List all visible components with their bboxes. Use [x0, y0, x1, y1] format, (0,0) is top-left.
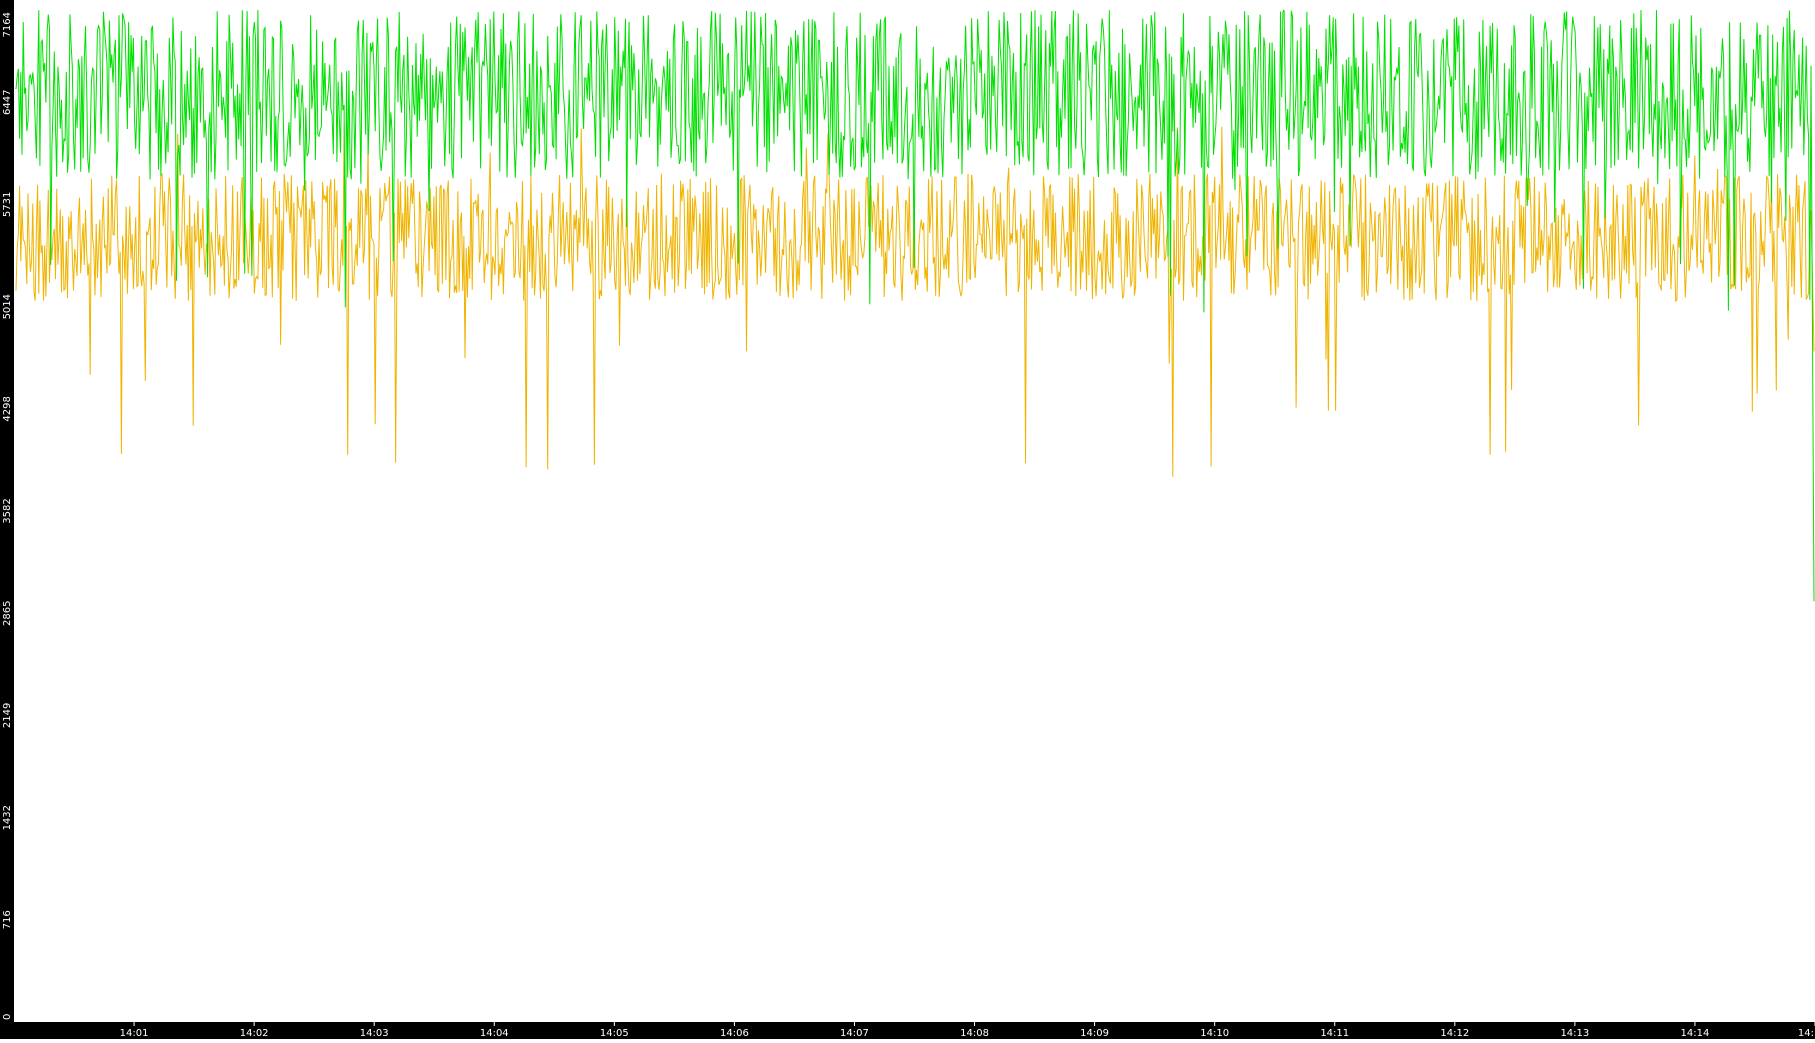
x-tick-label: 14:	[1798, 1028, 1814, 1039]
x-tick-label: 14:03	[360, 1028, 389, 1039]
y-tick-label: 6447	[2, 90, 13, 115]
y-tick-label: 7164	[2, 12, 13, 37]
y-tick-label: 2149	[2, 703, 13, 728]
y-tick-label: 716	[2, 910, 13, 929]
x-axis-band	[0, 1022, 1815, 1039]
x-tick-label: 14:11	[1320, 1028, 1349, 1039]
x-tick-label: 14:13	[1560, 1028, 1589, 1039]
y-tick-label: 3582	[2, 498, 13, 523]
y-tick-label: 5731	[2, 192, 13, 217]
x-tick-label: 14:02	[240, 1028, 269, 1039]
x-tick-label: 14:01	[120, 1028, 149, 1039]
y-tick-label: 5014	[2, 294, 13, 319]
x-tick-label: 14:05	[600, 1028, 629, 1039]
x-tick-label: 14:09	[1080, 1028, 1109, 1039]
x-tick-label: 14:07	[840, 1028, 869, 1039]
x-tick-label: 14:10	[1200, 1028, 1229, 1039]
y-tick-label: 4298	[2, 396, 13, 421]
y-tick-label: 1432	[2, 805, 13, 830]
x-tick-label: 14:08	[960, 1028, 989, 1039]
x-tick-label: 14:04	[480, 1028, 509, 1039]
x-tick-label: 14:12	[1440, 1028, 1469, 1039]
chart: 0 716 1432 2149 2865 3582 4298 5014 5731 6447 7164…	[0, 0, 1815, 1039]
y-tick-label: 2865	[2, 601, 13, 626]
line-chart: 0 716 1432 2149 2865 3582 4298 5014 5731 6447 7164…	[0, 0, 1815, 1039]
y-tick-label: 0	[2, 1014, 13, 1020]
x-tick-label: 14:06	[720, 1028, 749, 1039]
x-tick-label: 14:14	[1681, 1028, 1710, 1039]
